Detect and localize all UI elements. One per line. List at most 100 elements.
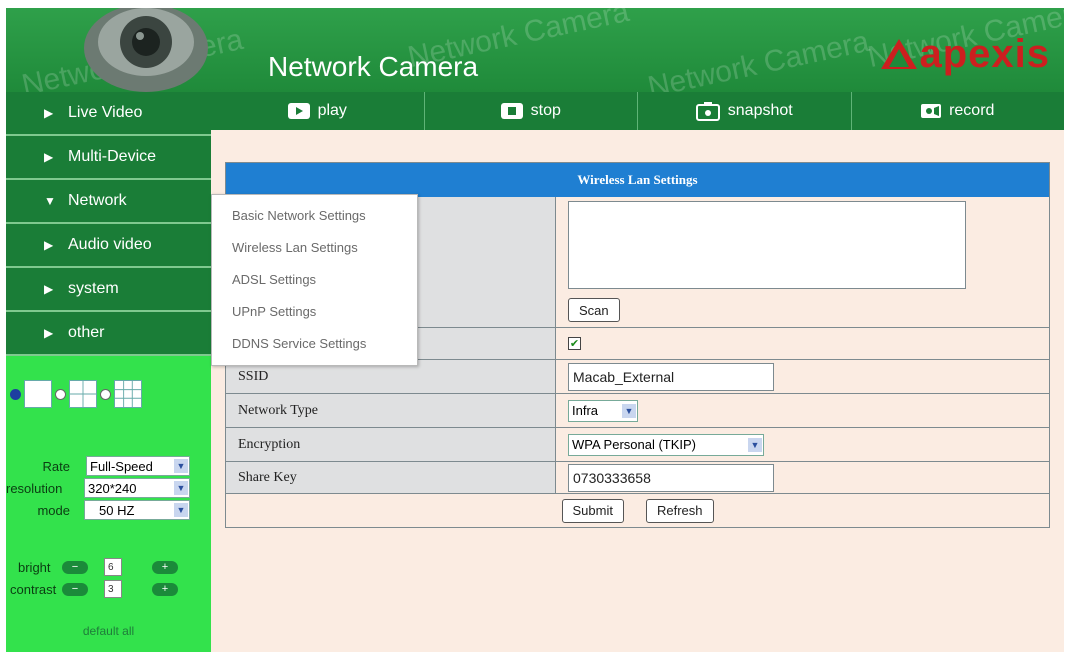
- sidebar-item-live-video[interactable]: ▶ Live Video: [6, 92, 211, 136]
- arrow-right-icon: ▶: [44, 326, 54, 340]
- quad-view-icon: [69, 380, 97, 408]
- menu-item-adsl[interactable]: ADSL Settings: [212, 263, 417, 295]
- network-type-label: Network Type: [226, 394, 556, 427]
- arrow-right-icon: ▶: [44, 150, 54, 164]
- contrast-decrease-button[interactable]: −: [62, 582, 88, 596]
- enable-wireless-checkbox[interactable]: ✔: [568, 337, 581, 350]
- contrast-increase-button[interactable]: +: [152, 582, 178, 596]
- resolution-select[interactable]: 320*240 ▼: [84, 478, 190, 498]
- ap-list-box[interactable]: [568, 201, 966, 289]
- menu-item-upnp[interactable]: UPnP Settings: [212, 295, 417, 327]
- rate-row: Rate Full-Speed ▼: [6, 456, 190, 476]
- nine-view-icon: [114, 380, 142, 408]
- sidebar-item-network[interactable]: ▼ Network: [6, 180, 211, 224]
- brand-logo: apexis: [879, 32, 1050, 76]
- brand-name: apexis: [919, 32, 1050, 76]
- mode-value: 50 HZ: [99, 502, 135, 518]
- sidebar-item-label: system: [68, 280, 119, 297]
- arrow-down-icon: ▼: [44, 194, 56, 208]
- video-control-panel: Rate Full-Speed ▼ resolution 320*240 ▼ m…: [6, 356, 211, 652]
- share-key-input[interactable]: 0730333658: [568, 463, 774, 492]
- sidebar-item-label: Audio video: [68, 236, 152, 253]
- record-button[interactable]: record: [850, 92, 1065, 130]
- stop-button[interactable]: stop: [423, 92, 638, 130]
- sidebar-item-label: Network: [68, 192, 127, 209]
- play-icon: [287, 103, 310, 119]
- app-title: Network Camera: [268, 51, 479, 82]
- bright-decrease-button[interactable]: −: [62, 560, 88, 574]
- brand-triangle-icon: [881, 39, 918, 69]
- rate-value: Full-Speed: [90, 458, 153, 474]
- snapshot-button[interactable]: snapshot: [637, 92, 851, 130]
- table-title: Wireless Lan Settings: [226, 163, 1049, 197]
- arrow-right-icon: ▶: [44, 106, 54, 120]
- arrow-right-icon: ▶: [44, 238, 54, 252]
- record-icon: [921, 103, 942, 119]
- encryption-row: Encryption WPA Personal (TKIP) ▼: [226, 427, 1049, 461]
- layout-1-radio[interactable]: [10, 388, 21, 400]
- camera-icon: [695, 101, 720, 121]
- layout-9-radio[interactable]: [100, 388, 111, 400]
- form-actions: Submit Refresh: [226, 493, 1049, 527]
- resolution-value: 320*240: [88, 480, 137, 496]
- share-key-row: Share Key 0730333658: [226, 461, 1049, 493]
- encryption-value: WPA Personal (TKIP): [572, 437, 697, 452]
- share-key-label: Share Key: [226, 462, 556, 493]
- stop-label: stop: [530, 102, 561, 119]
- bright-increase-button[interactable]: +: [152, 560, 178, 574]
- sidebar-item-label: other: [68, 324, 105, 341]
- watermark-text: Network Camera: [644, 24, 872, 92]
- snapshot-label: snapshot: [727, 102, 793, 119]
- resolution-label: resolution: [6, 480, 63, 496]
- record-label: record: [949, 102, 995, 119]
- submit-button[interactable]: Submit: [561, 498, 624, 523]
- camera-dome-icon: [84, 8, 208, 92]
- scan-button[interactable]: Scan: [568, 298, 620, 322]
- single-view-icon: [24, 380, 52, 408]
- mode-row: mode 50 HZ ▼: [6, 500, 190, 520]
- network-type-select[interactable]: Infra ▼: [568, 399, 638, 422]
- menu-item-basic-network[interactable]: Basic Network Settings: [212, 199, 417, 231]
- app-header: Network Camera Network Camera Network Ca…: [6, 8, 1064, 92]
- refresh-button[interactable]: Refresh: [645, 498, 714, 523]
- chevron-down-icon: ▼: [174, 503, 188, 517]
- sidebar-item-label: Live Video: [68, 104, 143, 121]
- encryption-label: Encryption: [226, 428, 556, 461]
- encryption-select[interactable]: WPA Personal (TKIP) ▼: [568, 433, 764, 456]
- network-submenu: Basic Network Settings Wireless Lan Sett…: [211, 194, 418, 366]
- contrast-label: contrast: [10, 581, 57, 597]
- play-label: play: [317, 102, 347, 119]
- rate-label: Rate: [42, 458, 70, 474]
- ssid-input[interactable]: Macab_External: [568, 362, 774, 391]
- bright-label: bright: [18, 559, 51, 575]
- network-type-value: Infra: [572, 403, 599, 418]
- chevron-down-icon: ▼: [622, 403, 636, 418]
- sidebar-item-multi-device[interactable]: ▶ Multi-Device: [6, 136, 211, 180]
- layout-4-radio[interactable]: [55, 388, 66, 400]
- sidebar-item-audio-video[interactable]: ▶ Audio video: [6, 224, 211, 268]
- rate-select[interactable]: Full-Speed ▼: [86, 456, 190, 476]
- contrast-input[interactable]: 3: [104, 580, 122, 598]
- contrast-row: contrast − 3 +: [10, 580, 178, 598]
- network-type-row: Network Type Infra ▼: [226, 393, 1049, 427]
- bright-row: bright − 6 +: [18, 558, 178, 576]
- play-button[interactable]: play: [211, 92, 424, 130]
- menu-item-wireless-lan[interactable]: Wireless Lan Settings: [212, 231, 417, 263]
- bright-input[interactable]: 6: [104, 558, 122, 576]
- sidebar-item-other[interactable]: ▶ other: [6, 312, 211, 356]
- arrow-right-icon: ▶: [44, 282, 54, 296]
- resolution-row: resolution 320*240 ▼: [6, 478, 190, 498]
- chevron-down-icon: ▼: [174, 459, 188, 473]
- layout-selector: [10, 380, 142, 408]
- mode-select[interactable]: 50 HZ ▼: [84, 500, 190, 520]
- chevron-down-icon: ▼: [174, 481, 188, 495]
- stop-icon: [500, 103, 523, 119]
- menu-item-ddns[interactable]: DDNS Service Settings: [212, 327, 417, 359]
- video-toolbar: play stop snapshot record: [211, 92, 1064, 130]
- chevron-down-icon: ▼: [748, 437, 762, 452]
- default-all-link[interactable]: default all: [6, 624, 211, 638]
- sidebar-item-label: Multi-Device: [68, 148, 157, 165]
- sidebar-item-system[interactable]: ▶ system: [6, 268, 211, 312]
- sidebar: ▶ Live Video ▶ Multi-Device ▼ Network ▶ …: [6, 92, 211, 652]
- mode-label: mode: [37, 502, 70, 518]
